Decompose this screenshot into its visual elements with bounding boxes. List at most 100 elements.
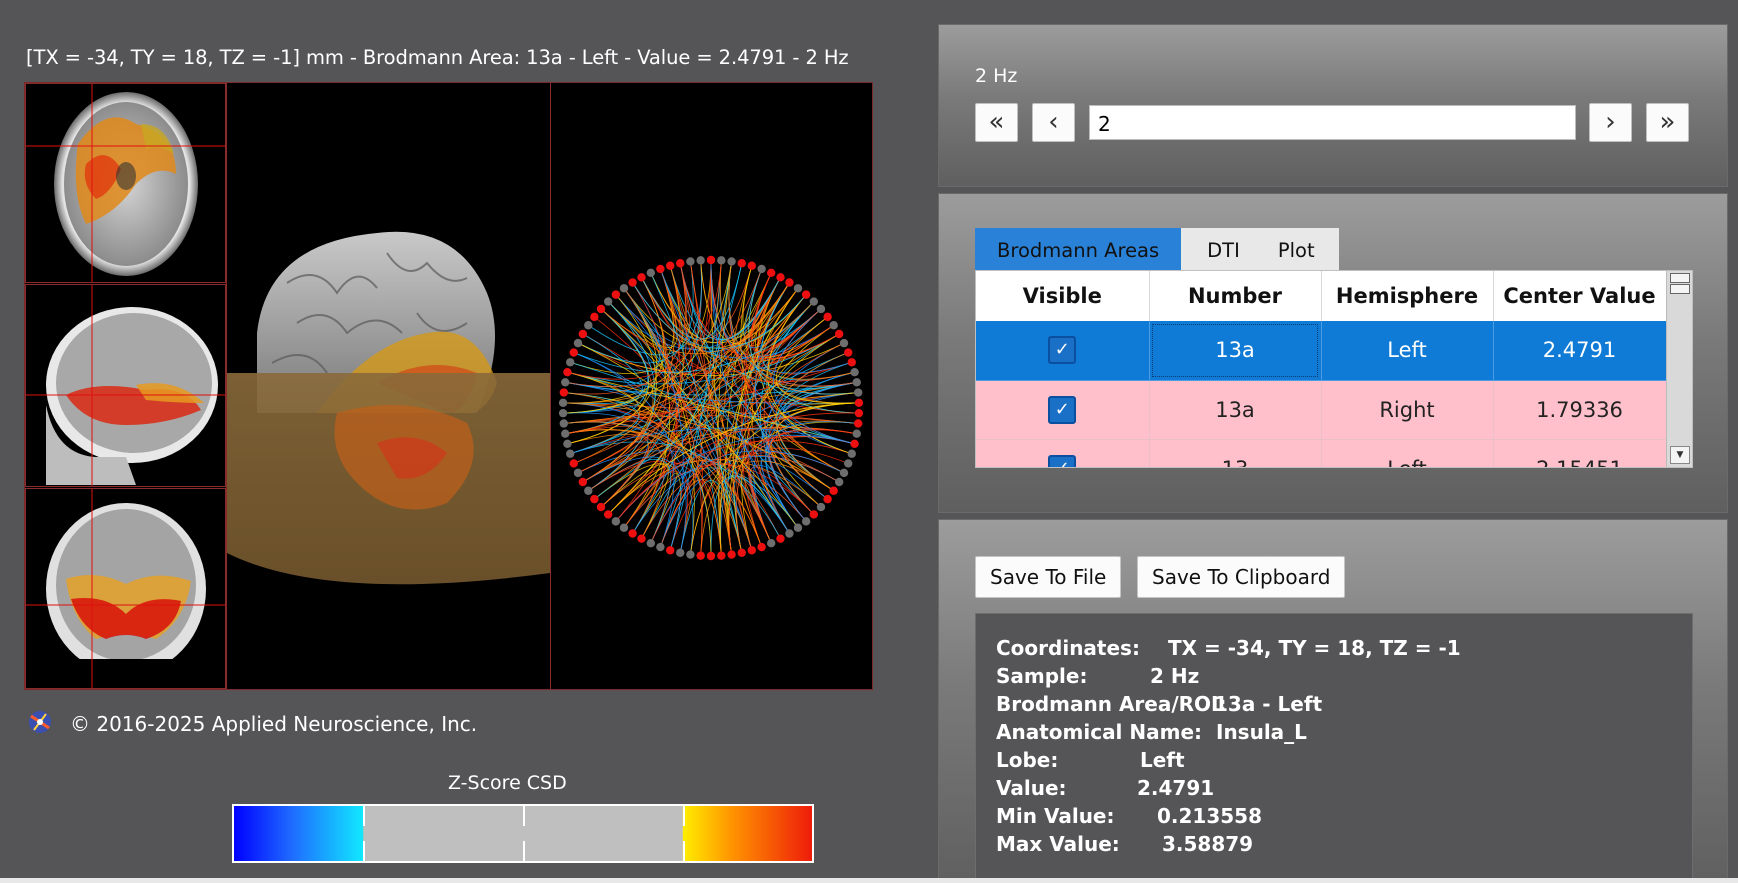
- region-node: [816, 304, 826, 314]
- region-node: [823, 494, 832, 504]
- column-header-center-value[interactable]: Center Value: [1493, 271, 1667, 321]
- tab-brodmann-areas[interactable]: Brodmann Areas: [975, 228, 1182, 270]
- info-label: Max Value:: [996, 832, 1120, 856]
- region-node: [646, 268, 656, 277]
- region-node: [596, 502, 606, 512]
- brain-3d-view[interactable]: [226, 83, 551, 689]
- info-label: Sample:: [996, 664, 1088, 688]
- column-header-number[interactable]: Number: [1149, 271, 1322, 321]
- region-node: [561, 378, 570, 387]
- region-node: [666, 261, 675, 270]
- region-node: [611, 290, 621, 299]
- table-row[interactable]: ✓ 13a Right 1.79336: [976, 380, 1667, 440]
- region-node: [573, 338, 583, 348]
- region-node: [801, 290, 811, 299]
- info-label: Lobe:: [996, 748, 1059, 772]
- region-node: [569, 348, 578, 357]
- region-node: [766, 268, 776, 277]
- checkbox-checked-icon[interactable]: ✓: [1048, 454, 1077, 467]
- region-node: [766, 539, 776, 548]
- region-node: [619, 284, 629, 293]
- info-value: 2.4791: [1137, 776, 1215, 800]
- info-anatomical: Anatomical Name: Insula_L: [996, 720, 1672, 748]
- region-node: [854, 408, 864, 418]
- region-node: [834, 477, 844, 487]
- colorbar-tick: [683, 806, 685, 826]
- connectivity-circle-view[interactable]: [551, 83, 872, 689]
- number-cell[interactable]: 13a: [1149, 380, 1322, 440]
- region-node: [656, 542, 665, 552]
- applied-neuroscience-logo-icon: [26, 708, 54, 736]
- region-node: [603, 510, 613, 519]
- coronal-slice[interactable]: [25, 488, 226, 689]
- region-node: [776, 534, 785, 543]
- region-node: [823, 312, 832, 322]
- tab-dti[interactable]: DTI: [1181, 228, 1258, 270]
- save-to-clipboard-button[interactable]: Save To Clipboard: [1137, 556, 1346, 598]
- number-cell[interactable]: 13: [1149, 439, 1322, 467]
- center-value-cell[interactable]: 2.4791: [1493, 321, 1667, 381]
- region-node: [717, 256, 726, 265]
- region-node: [578, 329, 588, 339]
- save-to-file-button[interactable]: Save To File: [975, 556, 1122, 598]
- visible-cell[interactable]: ✓: [976, 380, 1150, 440]
- scrollbar-thumb[interactable]: [1670, 284, 1690, 294]
- info-value: 3.58879: [1162, 832, 1254, 856]
- brain-viewer[interactable]: [24, 82, 873, 690]
- column-header-visible[interactable]: Visible: [976, 271, 1150, 321]
- info-value: TX = -34, TY = 18, TZ = -1: [1168, 636, 1461, 660]
- frequency-panel: 2 Hz « ‹ 2 › »: [938, 24, 1728, 187]
- region-node: [686, 257, 695, 266]
- hemisphere-cell[interactable]: Left: [1321, 439, 1494, 467]
- region-node: [793, 523, 803, 532]
- number-cell[interactable]: 13a: [1149, 321, 1322, 381]
- info-coordinates: Coordinates: TX = -34, TY = 18, TZ = -1: [996, 636, 1672, 664]
- region-node: [563, 367, 572, 377]
- axial-slice[interactable]: [25, 83, 226, 283]
- previous-frequency-button[interactable]: ‹: [1032, 103, 1075, 142]
- region-node: [785, 529, 794, 538]
- center-value-cell[interactable]: 1.79336: [1493, 380, 1667, 440]
- frequency-input[interactable]: 2: [1089, 105, 1576, 140]
- info-panel: Save To File Save To Clipboard Coordinat…: [938, 519, 1728, 883]
- connection-line: [632, 450, 845, 534]
- region-node: [850, 439, 859, 449]
- last-frequency-button[interactable]: »: [1646, 103, 1689, 142]
- window-bottom-edge: [0, 878, 1738, 883]
- table-scrollbar[interactable]: ▼: [1666, 271, 1692, 467]
- tab-bar: Brodmann Areas DTI Plot: [975, 228, 1339, 270]
- column-header-hemisphere[interactable]: Hemisphere: [1321, 271, 1494, 321]
- checkbox-checked-icon[interactable]: ✓: [1048, 395, 1077, 424]
- hemisphere-cell[interactable]: Left: [1321, 321, 1494, 381]
- visible-cell[interactable]: ✓: [976, 439, 1150, 467]
- brodmann-table[interactable]: Visible Number Hemisphere Center Value ✓…: [975, 270, 1693, 468]
- coordinate-title: [TX = -34, TY = 18, TZ = -1] mm - Brodma…: [26, 46, 849, 69]
- first-frequency-button[interactable]: «: [975, 103, 1018, 142]
- checkbox-checked-icon[interactable]: ✓: [1048, 336, 1077, 365]
- region-node: [809, 510, 819, 519]
- region-node: [603, 297, 613, 306]
- sagittal-slice[interactable]: [25, 284, 226, 487]
- region-node: [727, 257, 736, 266]
- center-value-cell[interactable]: 2.15451: [1493, 439, 1667, 467]
- region-node: [563, 439, 572, 449]
- region-node: [590, 312, 599, 322]
- table-row[interactable]: ✓ 13 Left 2.15451: [976, 439, 1667, 467]
- info-value-row: Value: 2.4791: [996, 776, 1672, 804]
- hemisphere-cell[interactable]: Right: [1321, 380, 1494, 440]
- next-frequency-button[interactable]: ›: [1589, 103, 1632, 142]
- region-node: [590, 494, 599, 504]
- scrollbar-up-arrow-icon[interactable]: [1670, 273, 1690, 283]
- frequency-label: 2 Hz: [975, 65, 1018, 87]
- scrollbar-down-arrow-icon[interactable]: ▼: [1670, 446, 1690, 464]
- info-label: Coordinates:: [996, 636, 1140, 660]
- visible-cell[interactable]: ✓: [976, 321, 1150, 381]
- info-min: Min Value: 0.213558: [996, 804, 1672, 832]
- region-node: [717, 551, 726, 560]
- tab-plot[interactable]: Plot: [1257, 228, 1339, 270]
- region-node: [747, 261, 756, 270]
- region-info-box: Coordinates: TX = -34, TY = 18, TZ = -1 S…: [975, 613, 1693, 883]
- region-node: [686, 550, 695, 559]
- region-node: [737, 548, 746, 557]
- table-row[interactable]: ✓ 13a Left 2.4791: [976, 321, 1667, 381]
